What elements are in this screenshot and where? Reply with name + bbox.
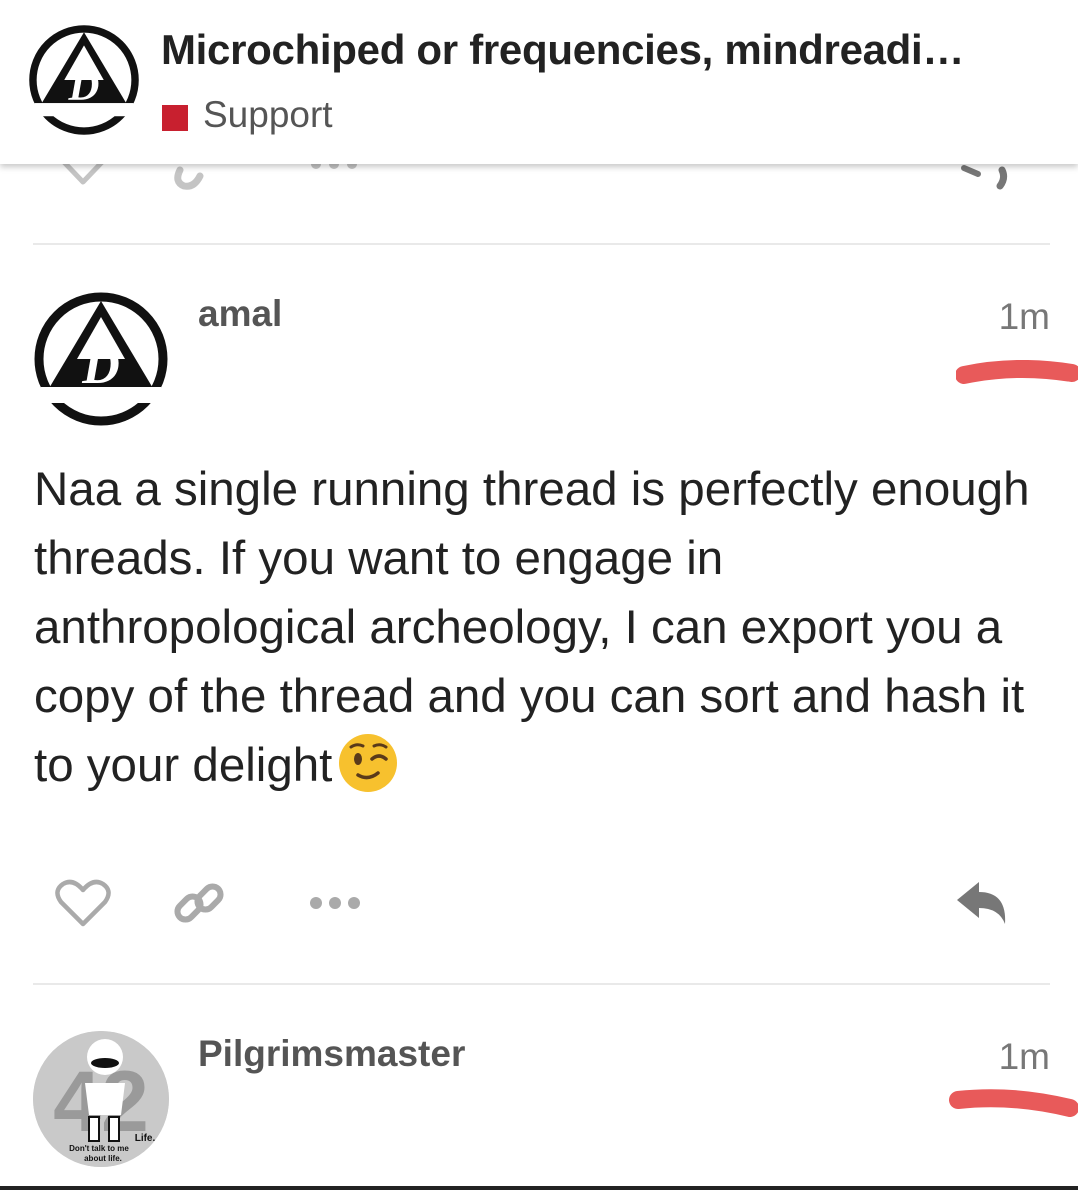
bottom-edge-bar — [0, 1186, 1078, 1190]
post-text: Naa a single running thread is perfectly… — [34, 463, 1030, 792]
topic-title[interactable]: Microchiped or frequencies, mindreadi… — [161, 26, 1061, 74]
marvin-robot-42-avatar-icon: 42 Life. Don't talk to me about life. — [33, 1031, 169, 1167]
post-divider — [33, 243, 1050, 245]
red-highlight-mark — [949, 1089, 1078, 1117]
post-divider — [33, 983, 1050, 985]
post-date[interactable]: 1m — [960, 1036, 1050, 1078]
site-logo-icon[interactable]: D — [28, 24, 140, 136]
red-highlight-mark — [956, 360, 1078, 384]
user-avatar-pilgrimsmaster[interactable]: 42 Life. Don't talk to me about life. — [33, 1031, 169, 1167]
winking-face-emoji-icon — [339, 734, 398, 792]
topic-header: D Microchiped or frequencies, mindreadi…… — [0, 0, 1078, 164]
avatar-caption-line2: about life. — [84, 1154, 122, 1163]
link-icon[interactable] — [172, 876, 228, 932]
avatar-life-text: Life. — [135, 1133, 156, 1144]
category-name: Support — [203, 94, 333, 135]
avatar-caption-line1: Don't talk to me — [69, 1144, 129, 1153]
post-body: Naa a single running thread is perfectly… — [34, 455, 1054, 800]
svg-text:D: D — [81, 338, 120, 395]
svg-text:D: D — [68, 63, 100, 110]
category-color-swatch — [162, 105, 188, 131]
more-ellipsis-icon[interactable] — [308, 890, 364, 916]
like-heart-icon[interactable] — [55, 878, 111, 928]
user-avatar-amal[interactable]: D — [33, 291, 169, 427]
post-date[interactable]: 1m — [960, 296, 1050, 338]
post-username[interactable]: amal — [198, 293, 282, 335]
reply-arrow-icon[interactable] — [955, 878, 1011, 928]
post-username[interactable]: Pilgrimsmaster — [198, 1033, 465, 1075]
